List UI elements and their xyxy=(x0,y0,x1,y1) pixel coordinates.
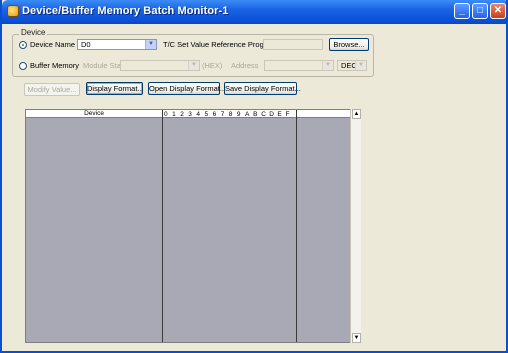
device-name-radio[interactable] xyxy=(19,41,27,49)
browse-button[interactable]: Browse... xyxy=(329,38,369,51)
column-divider xyxy=(162,110,163,342)
minimize-button[interactable]: _ xyxy=(454,3,470,19)
scroll-up-button[interactable]: ▲ xyxy=(352,109,361,119)
modify-value-button[interactable]: Modify Value... xyxy=(24,83,80,96)
bit-column-header[interactable]: 1 xyxy=(172,111,176,118)
client-area: Device Device Name D0 ▼ T/C Set Value Re… xyxy=(2,24,506,351)
maximize-icon: □ xyxy=(476,5,484,16)
bit-column-header[interactable]: 0 xyxy=(164,111,168,118)
bit-column-header[interactable]: 5 xyxy=(205,111,209,118)
bit-column-header[interactable]: 8 xyxy=(229,111,233,118)
window-title: Device/Buffer Memory Batch Monitor-1 xyxy=(22,5,229,17)
chevron-down-icon[interactable]: ▼ xyxy=(355,61,366,70)
display-format-button[interactable]: Display Format... xyxy=(86,82,144,95)
minimize-icon: _ xyxy=(459,5,465,16)
device-group: Device Device Name D0 ▼ T/C Set Value Re… xyxy=(12,28,374,77)
app-icon xyxy=(7,5,19,17)
close-button[interactable]: ✕ xyxy=(490,3,506,19)
device-column-header[interactable]: Device xyxy=(26,110,163,118)
title-bar[interactable]: Device/Buffer Memory Batch Monitor-1 _ □… xyxy=(2,0,506,24)
chevron-down-icon[interactable]: ▼ xyxy=(145,40,156,49)
monitor-grid[interactable]: Device 0123456789ABCDEF xyxy=(25,109,361,343)
arrow-up-icon: ▲ xyxy=(353,111,360,117)
bit-column-header[interactable]: F xyxy=(286,111,290,118)
bit-columns-header[interactable]: 0123456789ABCDEF xyxy=(163,110,297,118)
bit-column-header[interactable]: 9 xyxy=(237,111,241,118)
buffer-memory-radio[interactable] xyxy=(19,62,27,70)
bit-column-header[interactable]: 7 xyxy=(221,111,225,118)
device-name-combo[interactable]: D0 ▼ xyxy=(77,39,157,50)
monitor-window: Device/Buffer Memory Batch Monitor-1 _ □… xyxy=(0,0,508,353)
bit-column-header[interactable]: B xyxy=(253,111,257,118)
buffer-memory-label: Buffer Memory xyxy=(30,61,80,70)
hex-label: (HEX) xyxy=(202,61,223,70)
chevron-down-icon[interactable]: ▼ xyxy=(188,61,199,70)
device-name-value: D0 xyxy=(81,40,91,49)
chevron-down-icon[interactable]: ▼ xyxy=(322,61,333,70)
arrow-down-icon: ▼ xyxy=(353,335,360,341)
close-icon: ✕ xyxy=(493,5,503,16)
tc-reference-field[interactable] xyxy=(263,39,323,50)
bit-column-header[interactable]: 3 xyxy=(188,111,192,118)
bit-column-header[interactable]: D xyxy=(269,111,274,118)
device-group-title: Device xyxy=(19,28,48,37)
bit-column-header[interactable]: A xyxy=(245,111,249,118)
device-name-label: Device Name xyxy=(30,40,76,49)
extra-column-header[interactable] xyxy=(297,110,351,118)
maximize-button[interactable]: □ xyxy=(472,3,488,19)
tc-reference-label: T/C Set Value Reference Program xyxy=(163,40,277,49)
bit-column-header[interactable]: E xyxy=(277,111,281,118)
vertical-scrollbar[interactable]: ▲ ▼ xyxy=(350,109,361,343)
address-combo[interactable]: ▼ xyxy=(264,60,334,71)
column-divider xyxy=(296,110,297,342)
bit-column-header[interactable]: 6 xyxy=(213,111,217,118)
address-label: Address xyxy=(231,61,259,70)
module-start-combo[interactable]: ▼ xyxy=(120,60,200,71)
address-format-combo[interactable]: DEC ▼ xyxy=(337,60,367,71)
bit-column-header[interactable]: C xyxy=(261,111,266,118)
scroll-down-button[interactable]: ▼ xyxy=(352,333,361,343)
save-display-format-button[interactable]: Save Display Format... xyxy=(224,82,301,95)
open-display-format-button[interactable]: Open Display Format... xyxy=(148,82,226,95)
bit-column-header[interactable]: 2 xyxy=(180,111,184,118)
bit-column-header[interactable]: 4 xyxy=(196,111,200,118)
